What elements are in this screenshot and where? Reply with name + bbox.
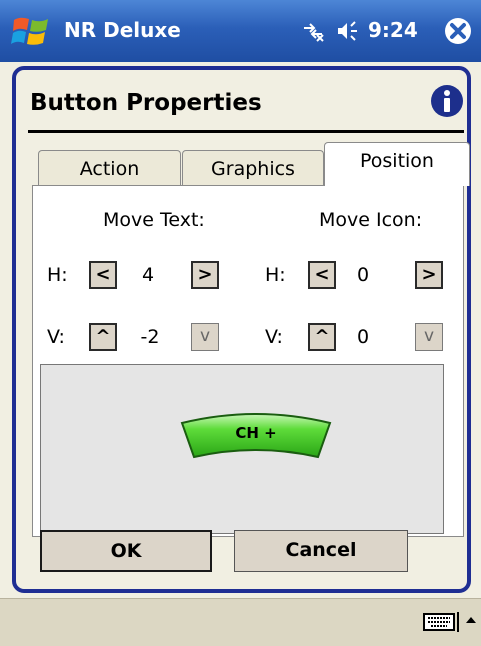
button-properties-dialog: Button Properties Action Graphics Positi…: [12, 66, 471, 593]
text-h-increase-button[interactable]: >: [191, 261, 219, 289]
close-icon[interactable]: [444, 17, 472, 45]
icon-h-decrease-button[interactable]: <: [308, 261, 336, 289]
icon-v-down-button[interactable]: v: [415, 323, 443, 351]
app-title: NR Deluxe: [64, 18, 181, 42]
text-h-decrease-button[interactable]: <: [89, 261, 117, 289]
text-h-value: 4: [141, 264, 155, 286]
sip-arrow-icon[interactable]: [464, 609, 478, 633]
icon-v-up-button[interactable]: ^: [308, 323, 336, 351]
text-v-value: -2: [140, 326, 160, 348]
cancel-button[interactable]: Cancel: [234, 530, 408, 572]
connectivity-icon[interactable]: [300, 20, 326, 42]
clock[interactable]: 9:24: [368, 18, 418, 42]
title-bar: NR Deluxe 9:24: [0, 0, 481, 62]
preview-button-label: CH +: [235, 424, 277, 442]
icon-h-increase-button[interactable]: >: [415, 261, 443, 289]
text-h-label: H:: [47, 264, 68, 286]
text-v-up-button[interactable]: ^: [89, 323, 117, 351]
icon-h-value: 0: [356, 264, 370, 286]
info-icon[interactable]: [430, 84, 464, 118]
tab-graphics[interactable]: Graphics: [182, 150, 324, 186]
tab-position[interactable]: Position: [324, 142, 470, 186]
tab-action[interactable]: Action: [38, 150, 181, 186]
speaker-icon[interactable]: [336, 20, 362, 42]
bottom-menu-bar: [0, 598, 481, 646]
icon-v-value: 0: [356, 326, 370, 348]
icon-v-label: V:: [265, 326, 283, 348]
title-divider: [28, 130, 464, 133]
text-v-down-button[interactable]: v: [191, 323, 219, 351]
text-v-label: V:: [47, 326, 65, 348]
button-preview-area: CH +: [40, 364, 444, 534]
icon-h-label: H:: [265, 264, 286, 286]
dialog-title: Button Properties: [30, 90, 262, 116]
keyboard-icon[interactable]: [420, 611, 460, 633]
move-text-heading: Move Text:: [103, 209, 205, 231]
ok-button[interactable]: OK: [40, 530, 212, 572]
move-icon-heading: Move Icon:: [319, 209, 423, 231]
windows-start-icon[interactable]: [10, 12, 54, 50]
